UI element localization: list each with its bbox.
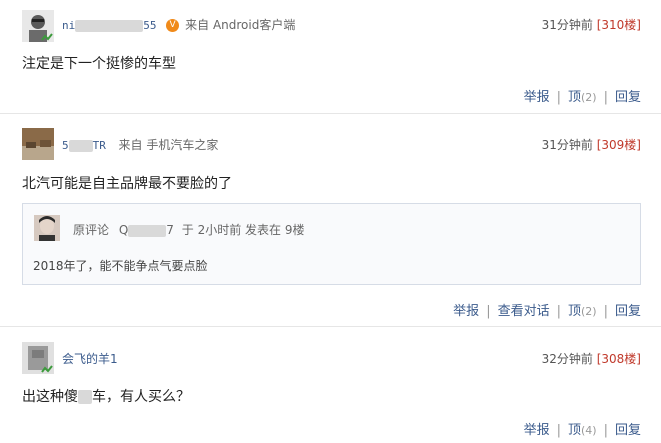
view-dialog-link[interactable]: 查看对话 [498, 304, 550, 319]
timestamp: 31分钟前 [310楼] [541, 18, 641, 32]
floor-number: [308楼] [596, 352, 641, 366]
avatar[interactable] [34, 215, 60, 241]
upvote-link[interactable]: 顶(2) [568, 304, 597, 319]
quote-label: 原评论 [73, 223, 110, 237]
avatar[interactable] [22, 342, 54, 374]
comment-text: 出这种傻 车，有人买么？ [22, 389, 190, 405]
floor-number: [310楼] [596, 18, 641, 32]
comment-actions: 举报 | 顶(2) | 回复 [523, 90, 641, 105]
floor-number: [309楼] [596, 138, 641, 152]
v-badge-icon: V [166, 19, 180, 32]
quote-posted-at: 于 2小时前 发表在 9楼 [181, 223, 305, 237]
source-label: 来自 Android客户端 [185, 18, 296, 32]
report-link[interactable]: 举报 [524, 90, 550, 105]
comment-text: 北汽可能是自主品牌最不要脸的了 [22, 176, 232, 192]
source-label: 来自 手机汽车之家 [118, 138, 219, 152]
comment-310: ni 55 V 来自 Android客户端 31分钟前 [310楼] 注定是下一个挺… [0, 0, 661, 113]
upvote-link[interactable]: 顶(2) [568, 90, 597, 105]
quote-username[interactable]: Q7 [119, 223, 174, 237]
username[interactable]: 5 TR [62, 139, 113, 152]
comment-actions: 举报 | 查看对话 | 顶(2) | 回复 [453, 304, 641, 319]
timestamp: 32分钟前 [308楼] [541, 352, 641, 366]
user-line: 会飞的羊1 [62, 350, 118, 367]
report-link[interactable]: 举报 [524, 423, 550, 438]
comment-text: 注定是下一个挺惨的车型 [22, 56, 176, 72]
avatar[interactable] [22, 10, 54, 42]
avatar[interactable] [22, 128, 54, 160]
user-line: 5 TR 来自 手机汽车之家 [62, 136, 218, 153]
reply-link[interactable]: 回复 [615, 90, 641, 105]
reply-link[interactable]: 回复 [615, 423, 641, 438]
comment-308: 会飞的羊1 32分钟前 [308楼] 出这种傻 车，有人买么？ 举报 | 顶(4) | 回… [0, 327, 661, 443]
username[interactable]: 会飞的羊1 [62, 352, 118, 366]
comment-actions: 举报 | 顶(4) | 回复 [523, 423, 641, 438]
timestamp: 31分钟前 [309楼] [541, 138, 641, 152]
report-link[interactable]: 举报 [453, 304, 479, 319]
quote-text: 2018年了，能不能争点气要点脸 [33, 259, 208, 273]
upvote-link[interactable]: 顶(4) [568, 423, 597, 438]
quoted-comment: 原评论 Q7 于 2小时前 发表在 9楼 2018年了，能不能争点气要点脸 [22, 203, 641, 285]
username[interactable]: ni 55 [62, 19, 163, 32]
reply-link[interactable]: 回复 [615, 304, 641, 319]
quote-meta: 原评论 Q7 于 2小时前 发表在 9楼 [73, 221, 304, 238]
user-line: ni 55 V 来自 Android客户端 [62, 16, 295, 33]
